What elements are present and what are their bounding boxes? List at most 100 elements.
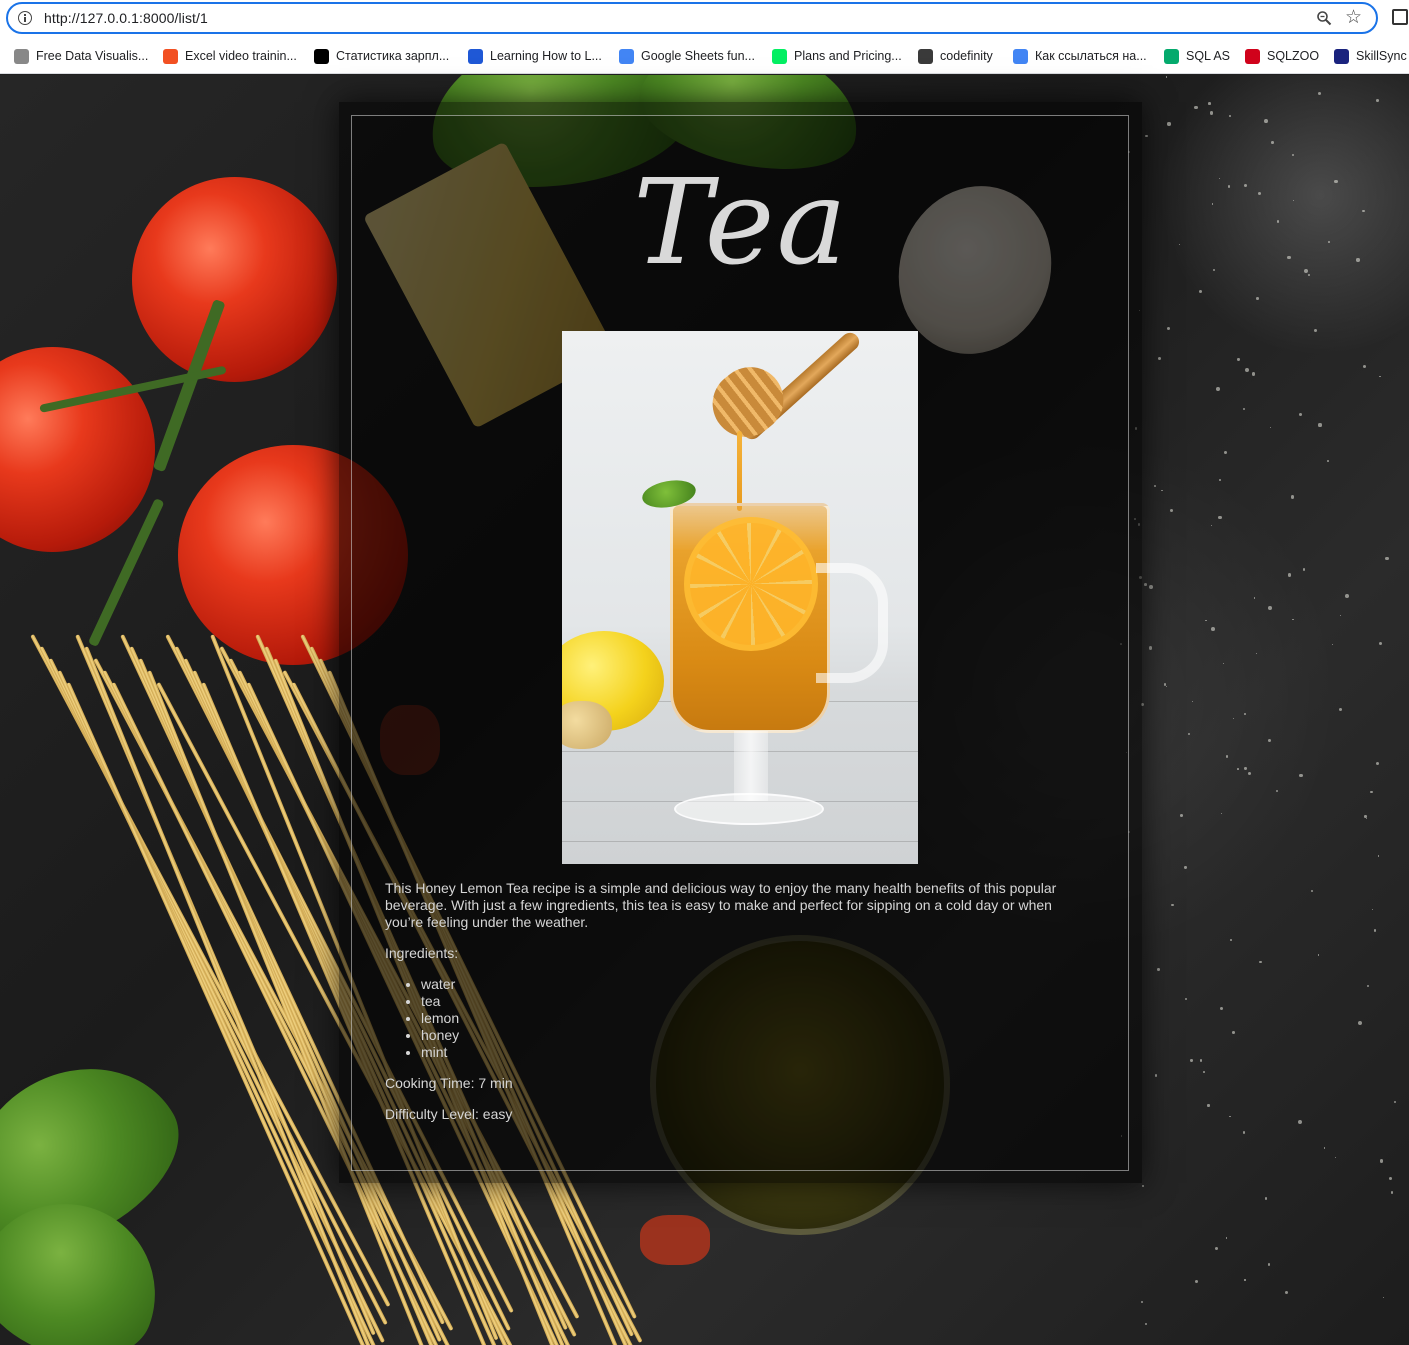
- flour-speck: [1229, 115, 1231, 117]
- flour-speck: [1237, 768, 1239, 770]
- flour-speck: [1210, 627, 1215, 632]
- url-text[interactable]: http://127.0.0.1:8000/list/1: [44, 10, 208, 26]
- address-bar[interactable]: http://127.0.0.1:8000/list/1 ☆: [6, 2, 1378, 34]
- ingredients-label: Ingredients:: [385, 945, 459, 961]
- flour-speck: [1171, 903, 1174, 906]
- glass-stem-icon: [734, 731, 768, 801]
- flour-speck: [1155, 1074, 1158, 1077]
- recipe-title: Tea: [633, 153, 849, 291]
- flour-speck: [1165, 685, 1167, 688]
- flour-speck: [1304, 269, 1309, 274]
- flour-speck: [1211, 203, 1214, 205]
- skillsync-icon: [1334, 48, 1349, 64]
- microsoft-icon: [163, 48, 178, 64]
- flour-speck: [1364, 815, 1367, 818]
- datacamp-icon: [772, 48, 787, 64]
- flour-speck: [1256, 297, 1260, 300]
- flour-speck: [1244, 713, 1246, 715]
- flour-speck: [1141, 1300, 1144, 1303]
- flour-speck: [1271, 141, 1275, 145]
- codefinity-icon: [918, 48, 933, 64]
- flour-speck: [1362, 209, 1365, 213]
- flour-speck: [1256, 652, 1258, 654]
- flour-speck: [1232, 717, 1235, 720]
- flour-speck: [1264, 1197, 1268, 1200]
- flour-speck: [1218, 177, 1220, 180]
- bookmark-item[interactable]: codefinity: [918, 47, 993, 65]
- flour-speck: [1225, 755, 1228, 758]
- flour-speck: [1275, 789, 1278, 792]
- bookmark-label: Как ссылаться на...: [1035, 49, 1147, 63]
- flour-speck: [1208, 102, 1211, 105]
- google-icon: [619, 48, 634, 64]
- flour-speck: [1331, 643, 1333, 645]
- flour-speck: [1310, 890, 1313, 893]
- glass-base-icon: [674, 793, 824, 825]
- recipe-content: This Honey Lemon Tea recipe is a simple …: [385, 880, 1085, 1137]
- site-info-icon[interactable]: [18, 11, 32, 25]
- bookmark-item[interactable]: Excel video trainin...: [163, 47, 297, 65]
- bookmark-item[interactable]: Статистика зарпл...: [314, 47, 449, 65]
- flour-speck: [1223, 663, 1225, 665]
- flour-speck: [1154, 485, 1156, 488]
- flour-speck: [1267, 606, 1272, 610]
- zoom-icon[interactable]: [1316, 10, 1332, 26]
- flour-speck: [1292, 618, 1295, 621]
- bookmark-item[interactable]: Google Sheets fun...: [619, 47, 755, 65]
- flour-speck: [1293, 200, 1295, 202]
- flour-speck: [1328, 241, 1330, 243]
- flour-speck: [1209, 111, 1213, 115]
- bookmark-item[interactable]: Plans and Pricing...: [772, 47, 902, 65]
- flour-speck: [1385, 556, 1390, 561]
- flour-speck: [1287, 573, 1292, 577]
- bookmark-label: codefinity: [940, 49, 993, 63]
- flour-speck: [1247, 772, 1251, 776]
- flour-speck: [1225, 1237, 1228, 1239]
- flour-speck: [1264, 119, 1268, 124]
- bookmark-item[interactable]: SQL AS: [1164, 47, 1230, 65]
- flour-speck: [1298, 412, 1303, 416]
- flour-speck: [1207, 1104, 1210, 1107]
- flour-speck: [1194, 1280, 1198, 1284]
- google-icon: [1013, 48, 1028, 64]
- bookmark-label: Plans and Pricing...: [794, 49, 902, 63]
- bookmark-item[interactable]: SkillSync: [1334, 47, 1407, 65]
- flour-speck: [1367, 984, 1370, 987]
- flour-speck: [1344, 594, 1349, 599]
- sqlzoo-icon: [1245, 48, 1260, 64]
- recipe-card: Tea This Honey Lemon Tea recipe is a sim…: [351, 115, 1129, 1171]
- bookmark-item[interactable]: Free Data Visualis...: [14, 47, 148, 65]
- bookmark-item[interactable]: Как ссылаться на...: [1013, 47, 1147, 65]
- flour-speck: [1284, 1290, 1288, 1294]
- flour-speck: [1373, 929, 1377, 932]
- flour-speck: [1167, 122, 1171, 126]
- flour-speck: [1308, 274, 1310, 276]
- flour-speck: [1376, 761, 1380, 766]
- dou-icon: [314, 48, 329, 64]
- flour-speck: [1237, 358, 1240, 361]
- extensions-icon[interactable]: [1392, 9, 1408, 25]
- bookmark-star-icon[interactable]: ☆: [1345, 7, 1362, 29]
- flour-speck: [1244, 368, 1249, 373]
- bookmark-item[interactable]: Learning How to L...: [468, 47, 602, 65]
- flour-speck: [1190, 1059, 1193, 1062]
- flour-speck: [1220, 1007, 1224, 1011]
- flour-speck: [1243, 407, 1246, 411]
- flour-speck: [1251, 372, 1256, 377]
- flour-speck: [1218, 479, 1221, 482]
- flour-speck: [1187, 732, 1190, 735]
- flour-speck: [1379, 375, 1381, 377]
- flour-speck: [1184, 997, 1187, 1000]
- coursera-icon: [468, 48, 483, 64]
- honey-drip-icon: [737, 431, 742, 511]
- flour-speck: [1393, 1101, 1396, 1104]
- flour-speck: [1375, 99, 1379, 102]
- ingredients-list: water tea lemon honey mint: [421, 976, 1085, 1061]
- flour-speck: [1158, 357, 1162, 361]
- flour-speck: [1156, 968, 1160, 971]
- flour-speck: [1216, 387, 1221, 392]
- flour-speck: [1267, 1263, 1271, 1266]
- recipe-photo: [562, 331, 918, 864]
- bookmark-item[interactable]: SQLZOO: [1245, 47, 1319, 65]
- flour-speck: [1357, 1021, 1362, 1026]
